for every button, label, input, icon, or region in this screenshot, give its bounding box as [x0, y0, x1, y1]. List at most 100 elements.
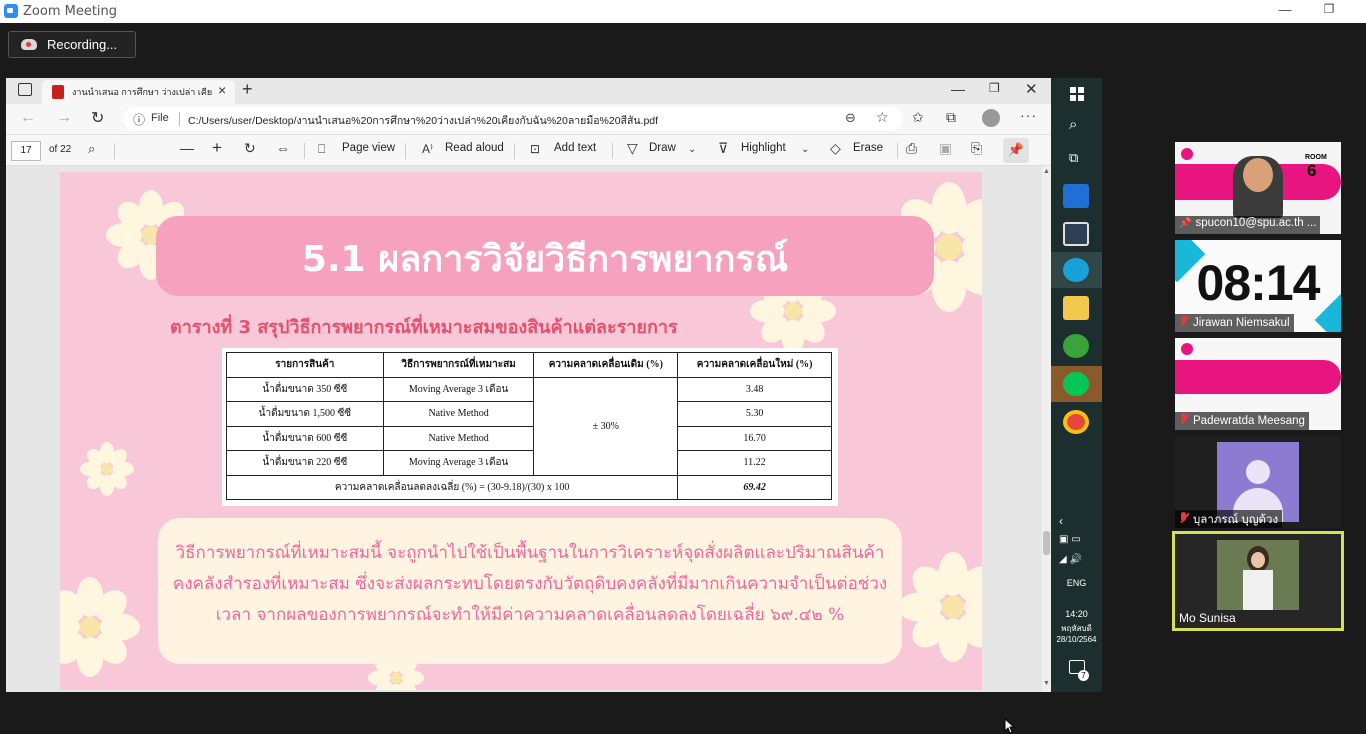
- minimize-button[interactable]: —: [1276, 2, 1294, 20]
- item-cell: น้ำดื่มขนาด 220 ซีซี: [226, 450, 384, 476]
- volume-icon[interactable]: ◢ 🔊: [1059, 554, 1082, 565]
- divider: [304, 143, 305, 159]
- forward-icon[interactable]: →: [56, 109, 72, 127]
- participant-name: บุลาภรณ์ บุญด้วง: [1175, 510, 1283, 528]
- item-cell: น้ำดื่มขนาด 600 ซีซี: [226, 425, 384, 451]
- pdf-viewport: 5.1 ผลการวิจัยวิธีการพยากรณ์ ตารางที่ 3 …: [6, 166, 1042, 734]
- conclusion-box: วิธีการพยากรณ์ที่เหมาะสมนี้ จะถูกนำไปใช้…: [158, 518, 902, 664]
- chevron-down-icon[interactable]: ⌄: [688, 144, 696, 155]
- search-icon[interactable]: ⌕: [88, 141, 95, 157]
- new-error-cell: 16.70: [677, 425, 832, 451]
- line-icon[interactable]: [1063, 372, 1089, 396]
- back-icon[interactable]: ←: [20, 109, 36, 127]
- participant-tile[interactable]: ROOM 6 📌 spucon10@spu.ac.th ...: [1175, 142, 1341, 234]
- participant-tile[interactable]: บุลาภรณ์ บุญด้วง: [1175, 436, 1341, 528]
- table-footer-row: ความคลาดเคลื่อนลดลงเฉลี่ย (%) = (30-9.18…: [225, 474, 832, 500]
- url-field[interactable]: ⓘ File C:/Users/user/Desktop/งานนำเสนอ%2…: [123, 107, 903, 131]
- favorites-icon[interactable]: ✩: [912, 109, 924, 126]
- utorrent-icon[interactable]: [1063, 334, 1089, 358]
- browser-close-button[interactable]: ✕: [1025, 80, 1038, 98]
- participant-tile[interactable]: 08:14 Jirawan Niemsakul: [1175, 240, 1341, 332]
- mic-muted-icon: [1179, 512, 1189, 524]
- title-banner: 5.1 ผลการวิจัยวิธีการพยากรณ์: [156, 216, 934, 296]
- url-text[interactable]: C:/Users/user/Desktop/งานนำเสนอ%20การศึก…: [188, 112, 838, 129]
- table-row: น้ำดื่มขนาด 600 ซีซี Native Method 16.70: [226, 425, 832, 451]
- mic-muted-icon: [1179, 413, 1189, 425]
- draw-button[interactable]: Draw: [649, 142, 676, 154]
- scroll-down-icon[interactable]: ▼: [1043, 680, 1050, 687]
- old-error-cell: ± 30%: [533, 376, 679, 476]
- mail-icon[interactable]: [1063, 184, 1089, 208]
- tab-pdf[interactable]: งานนำเสนอ การศึกษา ว่างเปล่า เคียง… ×: [42, 80, 235, 104]
- more-menu-icon[interactable]: ···: [1020, 107, 1037, 123]
- pdf-page-slide: 5.1 ผลการวิจัยวิธีการพยากรณ์ ตารางที่ 3 …: [60, 172, 982, 690]
- method-cell: Moving Average 3 เดือน: [382, 376, 535, 402]
- tab-actions-icon[interactable]: [18, 83, 32, 96]
- pin-toolbar-icon[interactable]: 📌: [1003, 138, 1029, 163]
- flower-decoration: [898, 552, 982, 662]
- page-view-button[interactable]: Page view: [342, 142, 395, 154]
- language-indicator[interactable]: ENG: [1051, 578, 1102, 588]
- avatar-head: [1246, 460, 1270, 484]
- chrome-icon[interactable]: [1063, 410, 1089, 434]
- page-number-input[interactable]: 17: [11, 141, 41, 161]
- chevron-left-icon[interactable]: ‹: [1059, 514, 1063, 528]
- zoom-out-icon[interactable]: —: [180, 140, 194, 156]
- favorite-star-icon[interactable]: ☆: [876, 109, 889, 126]
- add-text-icon: ⊡: [530, 142, 541, 156]
- print-icon[interactable]: ⎙: [906, 140, 917, 157]
- tab-bar: งานนำเสนอ การศึกษา ว่างเปล่า เคียง… × + …: [6, 78, 1051, 104]
- table-caption: ตารางที่ 3 สรุปวิธีการพยากรณ์ที่เหมาะสมข…: [170, 317, 678, 338]
- search-icon[interactable]: ⌕: [1069, 116, 1077, 133]
- scroll-up-icon[interactable]: ▲: [1043, 168, 1050, 175]
- task-view-icon[interactable]: ⧉: [1069, 150, 1078, 166]
- new-tab-button[interactable]: +: [242, 79, 253, 100]
- chevron-down-icon[interactable]: ⌄: [801, 144, 809, 155]
- edge-icon[interactable]: [1063, 258, 1089, 282]
- participant-tile[interactable]: Padewratda Meesang: [1175, 338, 1341, 430]
- clock-time[interactable]: 14:20: [1051, 609, 1102, 619]
- participant-tile-active-speaker[interactable]: Mo Sunisa: [1172, 531, 1344, 631]
- highlight-icon: ⊽: [718, 140, 729, 156]
- rotate-icon[interactable]: ↻: [244, 140, 256, 157]
- flower-decoration: [80, 442, 134, 496]
- pdf-toolbar: 17 of 22 ⌕ — + ↻ ⇔ ⎕ Page view A⁾ Read a…: [6, 134, 1051, 166]
- table-row: น้ำดื่มขนาด 350 ซีซี Moving Average 3 เด…: [226, 376, 832, 476]
- scrollbar[interactable]: ▲ ▼: [1042, 166, 1051, 692]
- store-icon[interactable]: [1063, 222, 1089, 246]
- method-cell: Native Method: [382, 401, 535, 427]
- windows-start-icon[interactable]: [1070, 87, 1084, 101]
- profile-avatar[interactable]: [982, 109, 1000, 127]
- table-header-row: รายการสินค้า วิธีการพยากรณ์ที่เหมาะสม คว…: [226, 352, 832, 378]
- banner-stripe: [1175, 360, 1341, 394]
- reload-icon[interactable]: ↻: [91, 108, 104, 128]
- browser-minimize-button[interactable]: —: [951, 81, 965, 97]
- info-icon[interactable]: ⓘ: [133, 111, 145, 128]
- new-error-cell: 3.48: [677, 376, 832, 402]
- zoom-logo-icon: [4, 4, 18, 18]
- maximize-button[interactable]: ❐: [1320, 2, 1338, 20]
- read-aloud-icon: A⁾: [422, 142, 433, 156]
- fit-page-icon[interactable]: ⇔: [276, 140, 290, 156]
- collections-icon[interactable]: ⧉: [946, 109, 956, 126]
- recording-indicator[interactable]: Recording...: [8, 31, 136, 58]
- zoom-icon[interactable]: ⊖: [845, 110, 856, 126]
- tray-icons[interactable]: ▣ ▭: [1059, 534, 1081, 545]
- save-icon[interactable]: ▣: [939, 140, 952, 157]
- address-bar: ← → ↻ ⓘ File C:/Users/user/Desktop/งานนำ…: [6, 104, 1051, 134]
- browser-restore-button[interactable]: ❐: [989, 81, 1000, 95]
- read-aloud-button[interactable]: Read aloud: [445, 142, 504, 154]
- pin-icon: 📌: [1179, 218, 1192, 229]
- add-text-button[interactable]: Add text: [554, 142, 596, 154]
- divider: [114, 143, 115, 159]
- highlight-button[interactable]: Highlight: [741, 142, 786, 154]
- conclusion-line: คงคลังสำรองที่เหมาะสม ซึ่งจะส่งผลกระทบโด…: [172, 574, 888, 594]
- zoom-in-icon[interactable]: +: [212, 138, 222, 158]
- scroll-thumb[interactable]: [1043, 531, 1050, 555]
- erase-button[interactable]: Erase: [853, 142, 883, 154]
- save-as-icon[interactable]: ⎘: [971, 140, 982, 157]
- divider: [897, 143, 898, 159]
- close-tab-icon[interactable]: ×: [218, 82, 226, 98]
- participant-name: Padewratda Meesang: [1175, 412, 1309, 430]
- file-explorer-icon[interactable]: [1063, 296, 1089, 320]
